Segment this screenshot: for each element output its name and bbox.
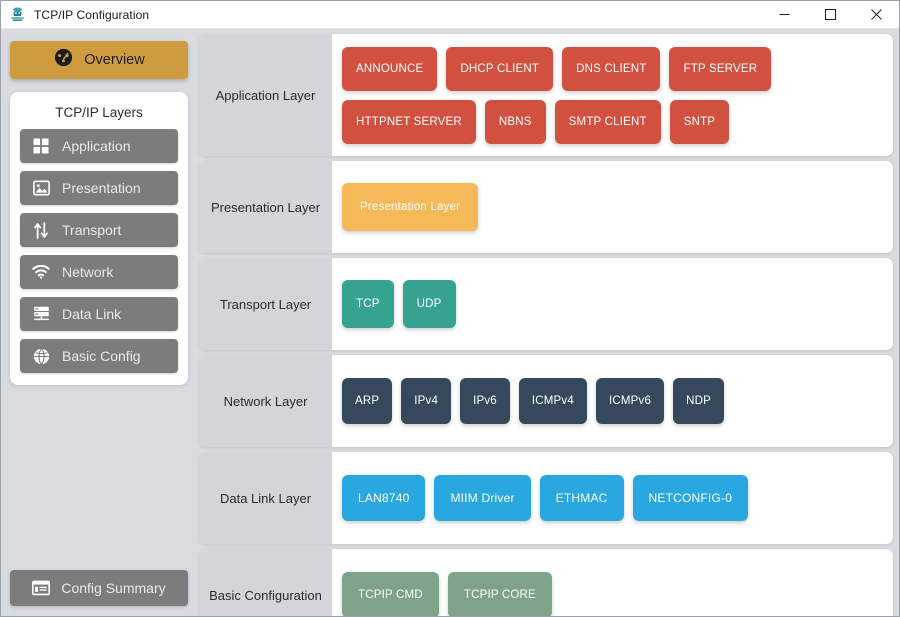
chip-tcpip-core[interactable]: TCPIP CORE (448, 572, 552, 616)
sidebar-item-label: Transport (62, 222, 121, 238)
sidebar-item-label: Network (62, 264, 113, 280)
row-chips: LAN8740 MIIM Driver ETHMAC NETCONFIG-0 (332, 452, 893, 544)
grid-squares-icon (32, 137, 50, 155)
config-summary-button[interactable]: Config Summary (10, 570, 188, 606)
chip-dhcp-client[interactable]: DHCP CLIENT (446, 47, 553, 91)
sidebar-item-application[interactable]: Application (20, 129, 178, 163)
layer-row-application: Application Layer ANNOUNCE DHCP CLIENT D… (199, 34, 893, 156)
title-bar: TCP/IP Configuration (1, 1, 899, 29)
chip-presentation-layer[interactable]: Presentation Layer (342, 183, 478, 231)
row-chips: TCP UDP (332, 258, 893, 350)
overview-button[interactable]: Overview (10, 41, 188, 79)
chip-tcp[interactable]: TCP (342, 280, 394, 328)
globe-icon (32, 347, 50, 365)
close-button[interactable] (853, 1, 899, 29)
app-window: TCP/IP Configuration (0, 0, 900, 617)
layer-row-transport: Transport Layer TCP UDP (199, 258, 893, 350)
layer-row-network: Network Layer ARP IPv4 IPv6 ICMPv4 ICMPv… (199, 355, 893, 447)
sidebar: Overview TCP/IP Layers Application (1, 29, 197, 616)
arrows-up-down-icon (32, 221, 50, 239)
chip-dns-client[interactable]: DNS CLIENT (562, 47, 660, 91)
tcpip-layers-card: TCP/IP Layers Application (10, 92, 188, 385)
wifi-icon (32, 263, 50, 281)
row-label: Basic Configuration (199, 549, 332, 616)
dashboard-gauge-icon (53, 47, 74, 73)
network-stack-icon (8, 6, 26, 24)
chip-netconfig-0[interactable]: NETCONFIG-0 (633, 475, 749, 521)
chip-sntp[interactable]: SNTP (670, 100, 729, 144)
overview-button-label: Overview (84, 52, 144, 68)
window-controls (761, 1, 899, 29)
chip-miim-driver[interactable]: MIIM Driver (434, 475, 530, 521)
row-label: Presentation Layer (199, 161, 332, 253)
layers-stack: Application Layer ANNOUNCE DHCP CLIENT D… (197, 29, 899, 616)
window-title: TCP/IP Configuration (34, 8, 761, 22)
maximize-button[interactable] (807, 1, 853, 29)
chip-icmpv6[interactable]: ICMPv6 (596, 378, 664, 424)
sidebar-item-label: Basic Config (62, 348, 141, 364)
chip-lan8740[interactable]: LAN8740 (342, 475, 425, 521)
row-label: Transport Layer (199, 258, 332, 350)
chip-tcpip-cmd[interactable]: TCPIP CMD (342, 572, 439, 616)
chip-ipv6[interactable]: IPv6 (460, 378, 510, 424)
chip-smtp-client[interactable]: SMTP CLIENT (555, 100, 661, 144)
sidebar-item-data-link[interactable]: Data Link (20, 297, 178, 331)
chip-arp[interactable]: ARP (342, 378, 392, 424)
sidebar-spacer (10, 385, 188, 570)
chip-nbns[interactable]: NBNS (485, 100, 546, 144)
chip-ethmac[interactable]: ETHMAC (540, 475, 624, 521)
chip-udp[interactable]: UDP (403, 280, 456, 328)
chip-ndp[interactable]: NDP (673, 378, 724, 424)
layer-row-basic-configuration: Basic Configuration TCPIP CMD TCPIP CORE (199, 549, 893, 616)
minimize-button[interactable] (761, 1, 807, 29)
row-chips: ANNOUNCE DHCP CLIENT DNS CLIENT FTP SERV… (332, 34, 893, 156)
config-summary-label: Config Summary (61, 580, 165, 596)
chip-httpnet-server[interactable]: HTTPNET SERVER (342, 100, 476, 144)
layer-row-data-link: Data Link Layer LAN8740 MIIM Driver ETHM… (199, 452, 893, 544)
chip-ftp-server[interactable]: FTP SERVER (669, 47, 771, 91)
image-picture-icon (32, 179, 50, 197)
layer-row-presentation: Presentation Layer Presentation Layer (199, 161, 893, 253)
sidebar-item-label: Data Link (62, 306, 121, 322)
row-label: Data Link Layer (199, 452, 332, 544)
sidebar-item-presentation[interactable]: Presentation (20, 171, 178, 205)
layers-card-title: TCP/IP Layers (20, 101, 178, 129)
window-list-icon (32, 579, 50, 597)
window-body: Overview TCP/IP Layers Application (1, 29, 899, 616)
row-label: Application Layer (199, 34, 332, 156)
chip-ipv4[interactable]: IPv4 (401, 378, 451, 424)
sidebar-item-label: Application (62, 138, 131, 154)
sidebar-item-network[interactable]: Network (20, 255, 178, 289)
chip-icmpv4[interactable]: ICMPv4 (519, 378, 587, 424)
chip-announce[interactable]: ANNOUNCE (342, 47, 437, 91)
sidebar-item-label: Presentation (62, 180, 141, 196)
sidebar-item-basic-config[interactable]: Basic Config (20, 339, 178, 373)
row-label: Network Layer (199, 355, 332, 447)
row-chips: Presentation Layer (332, 161, 893, 253)
row-chips: TCPIP CMD TCPIP CORE (332, 549, 893, 616)
row-chips: ARP IPv4 IPv6 ICMPv4 ICMPv6 NDP (332, 355, 893, 447)
sidebar-item-transport[interactable]: Transport (20, 213, 178, 247)
server-stack-icon (32, 305, 50, 323)
